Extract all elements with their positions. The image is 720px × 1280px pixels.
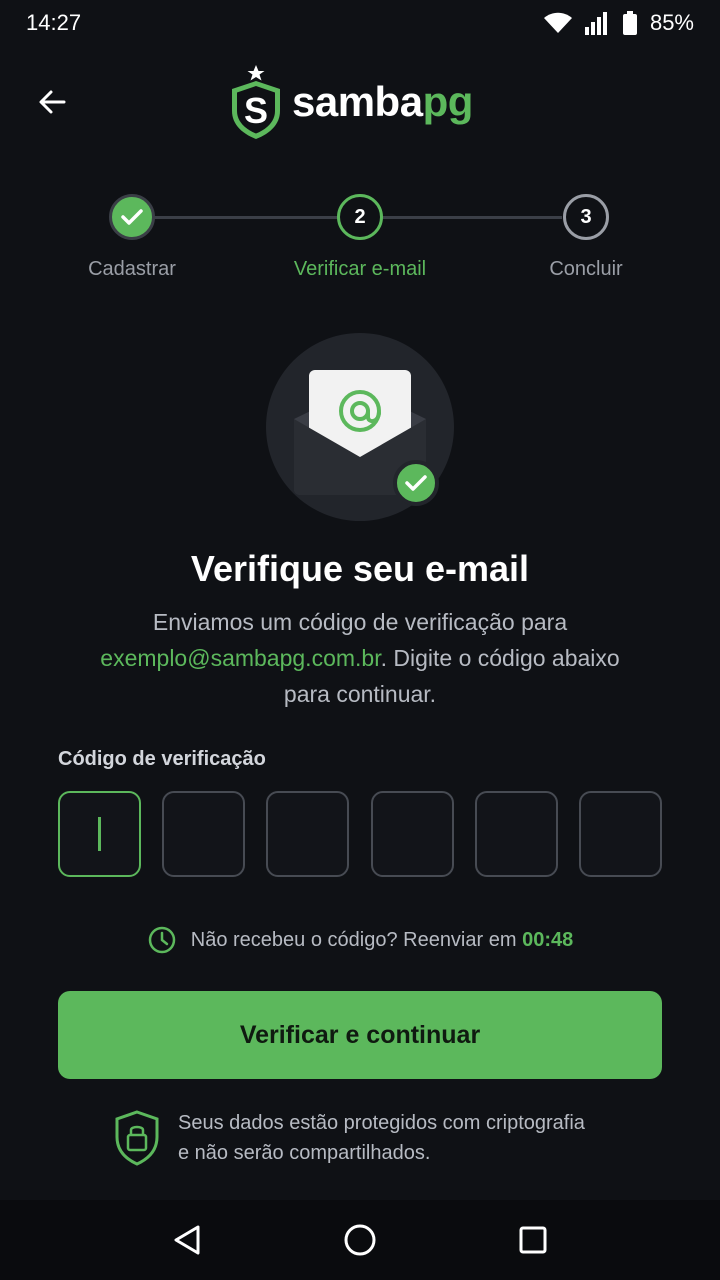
step-1-label: Cadastrar xyxy=(88,258,176,280)
logo-wordmark: sambapg xyxy=(292,78,473,126)
triangle-back-icon xyxy=(174,1225,200,1255)
code-digit-4[interactable] xyxy=(370,791,454,877)
logo-text-accent: pg xyxy=(422,78,474,125)
battery-level: 85% xyxy=(649,10,694,35)
check-badge-icon xyxy=(393,460,439,506)
code-input-group xyxy=(58,791,662,877)
shield-lock-icon xyxy=(115,1110,159,1166)
back-button[interactable] xyxy=(30,80,74,124)
hero-illustration xyxy=(266,333,454,521)
code-digit-3[interactable] xyxy=(266,791,350,877)
step-2-label: Verificar e-mail xyxy=(293,258,427,280)
description-text: Enviamos um código de verificação para e… xyxy=(60,604,660,712)
step-2-indicator: 2 xyxy=(337,194,383,240)
email-address: exemplo@sambapg.com.br xyxy=(100,645,381,671)
square-recents-icon xyxy=(519,1226,547,1254)
resend-label: Não recebeu o código? Reenviar em xyxy=(190,928,517,951)
security-note: Seus dados estão protegidos com criptogr… xyxy=(114,1108,634,1168)
circle-home-icon xyxy=(344,1224,376,1256)
description-line-2: exemplo@sambapg.com.br. Digite o código … xyxy=(60,640,660,676)
resend-timer: 00:48 xyxy=(522,928,574,951)
security-line-2: e não serão compartilhados. xyxy=(178,1142,431,1164)
logo-text-main: samba xyxy=(292,78,423,125)
verify-continue-button[interactable]: Verificar e continuar xyxy=(58,991,662,1079)
signal-icon xyxy=(584,12,607,35)
system-nav-bar xyxy=(0,1200,720,1280)
code-label: Código de verificação xyxy=(58,748,266,770)
security-text: Seus dados estão protegidos com criptogr… xyxy=(178,1108,585,1168)
page-title: Verifique seu e-mail xyxy=(190,548,530,589)
resend-text[interactable]: Não recebeu o código? Reenviar em 00:48 xyxy=(191,929,573,952)
text-caret xyxy=(98,817,101,851)
clock-icon xyxy=(148,926,175,954)
battery-icon xyxy=(622,11,637,35)
code-digit-6[interactable] xyxy=(578,791,662,877)
nav-back-button[interactable] xyxy=(157,1210,217,1270)
security-line-1: Seus dados estão protegidos com criptogr… xyxy=(178,1112,585,1134)
status-bar: 14:27 85% xyxy=(0,0,720,46)
check-icon xyxy=(121,209,143,225)
arrow-left-icon xyxy=(39,90,66,114)
step-connector xyxy=(154,216,338,219)
progress-stepper: 2 3 Cadastrar Verificar e-mail Concluir xyxy=(0,194,720,294)
step-3-label: Concluir xyxy=(549,258,623,280)
shield-logo-icon: S xyxy=(232,65,280,139)
status-time: 14:27 xyxy=(26,10,82,35)
step-2-number: 2 xyxy=(354,205,366,228)
app-logo: S sambapg xyxy=(228,62,473,142)
code-digit-1[interactable] xyxy=(58,791,141,877)
code-digit-5[interactable] xyxy=(474,791,558,877)
nav-home-button[interactable] xyxy=(330,1210,390,1270)
step-connector xyxy=(382,216,562,219)
status-icons: 85% xyxy=(543,10,694,36)
step-1-indicator xyxy=(109,194,155,240)
step-3-indicator: 3 xyxy=(563,194,609,240)
code-digit-2[interactable] xyxy=(162,791,246,877)
wifi-icon xyxy=(543,12,572,33)
nav-recents-button[interactable] xyxy=(503,1210,563,1270)
svg-text:S: S xyxy=(244,90,268,131)
description-line-3: para continuar. xyxy=(283,681,437,707)
description-line-2-rest: . Digite o código abaixo xyxy=(380,645,620,671)
resend-row: Não recebeu o código? Reenviar em 00:48 xyxy=(0,922,720,958)
description-line-1: Enviamos um código de verificação para xyxy=(152,609,568,635)
envelope-at-icon xyxy=(294,370,439,506)
step-3-number: 3 xyxy=(580,205,592,228)
